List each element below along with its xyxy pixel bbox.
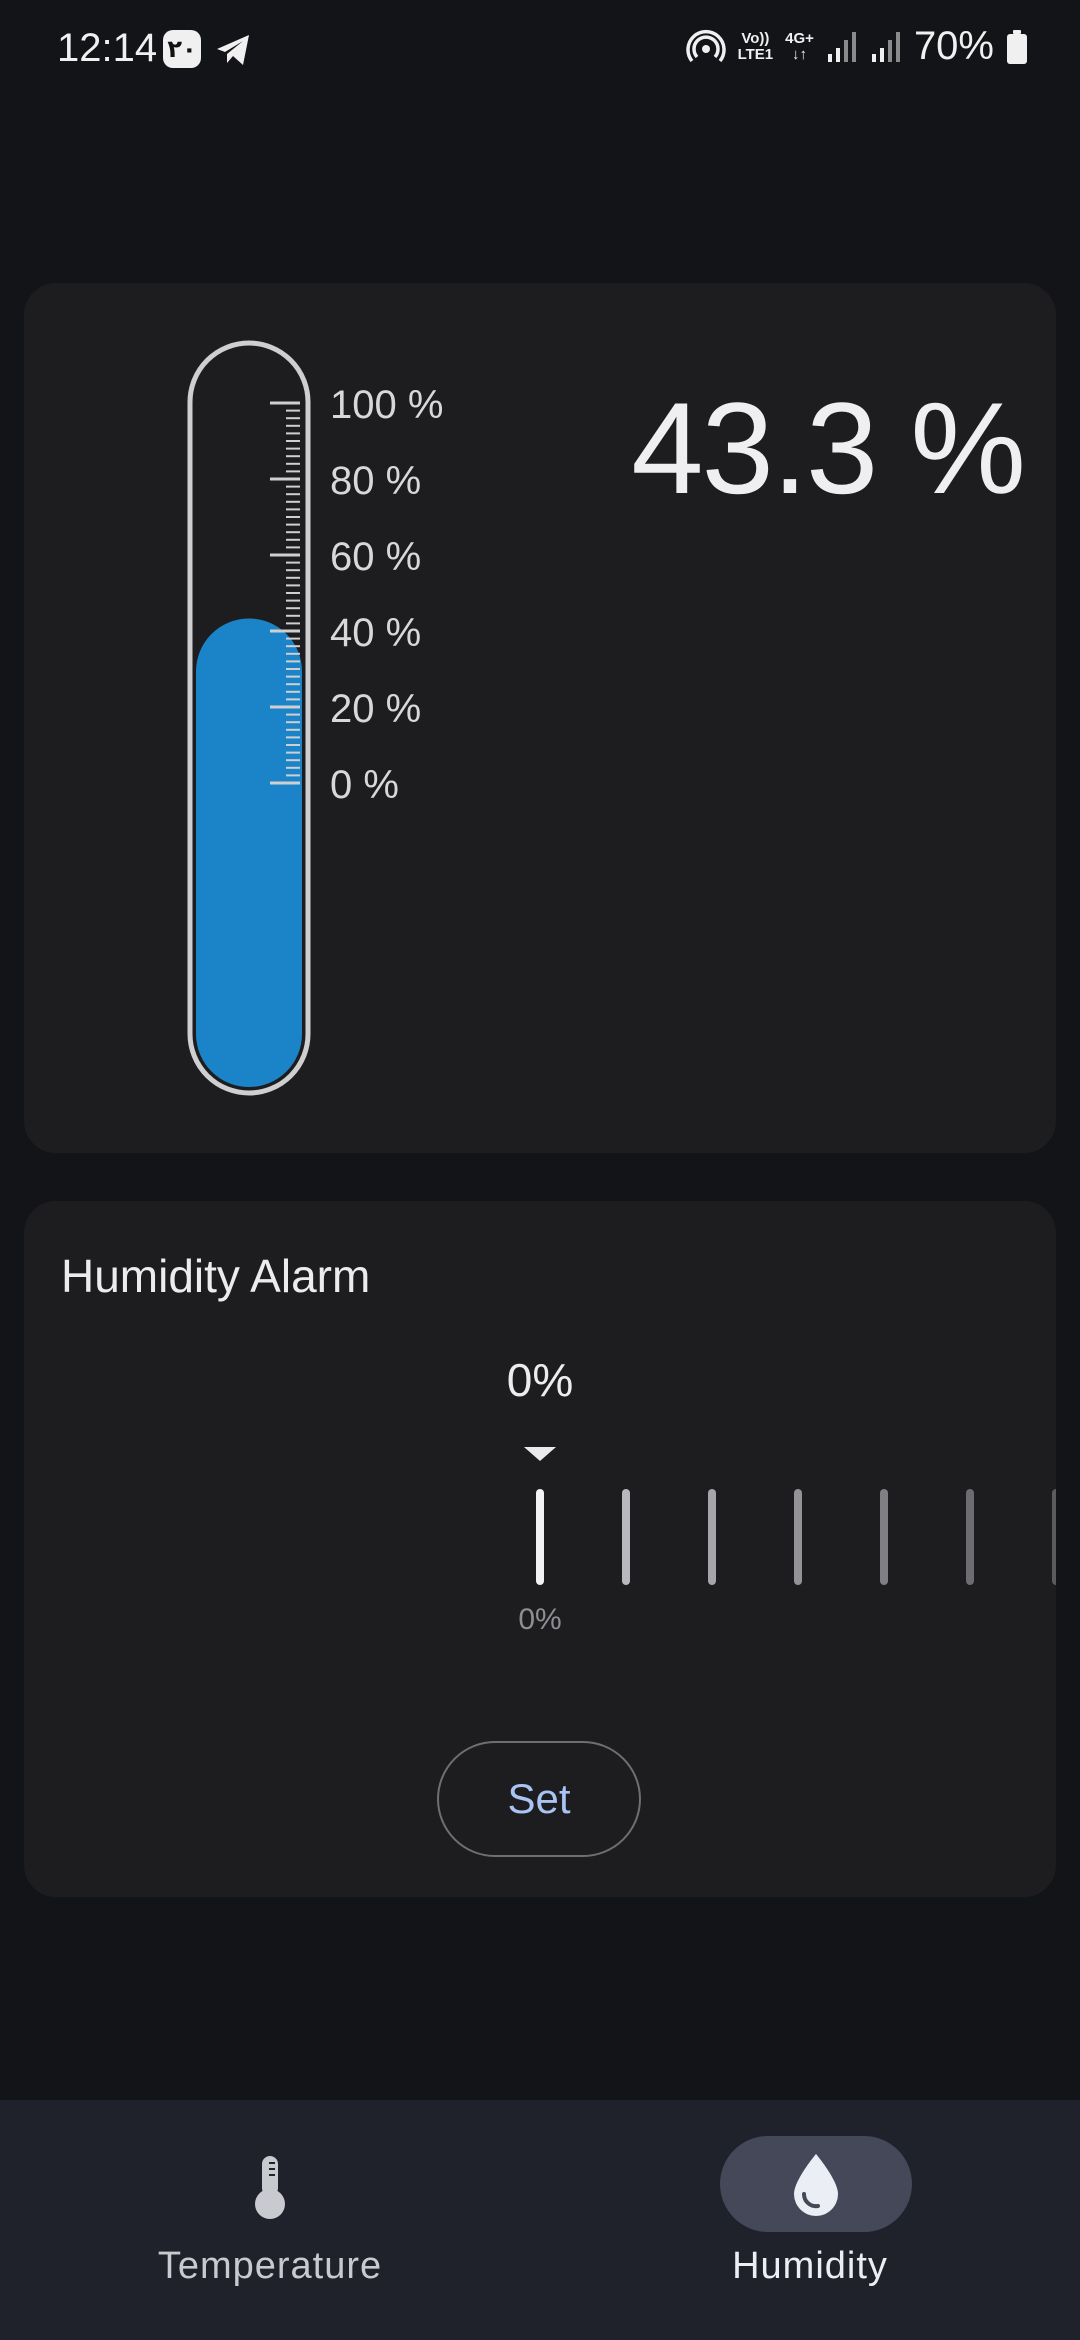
dial-tick bbox=[536, 1489, 544, 1585]
nav-humidity[interactable]: Humidity bbox=[540, 2100, 1080, 2340]
telegram-plane-icon bbox=[217, 35, 249, 65]
signal-icon bbox=[827, 31, 856, 62]
signal-icon bbox=[871, 31, 900, 62]
set-button[interactable]: Set bbox=[437, 1741, 641, 1857]
status-right-icons: Vo)) LTE1 4G+ ↓↑ 70% bbox=[685, 24, 1028, 69]
bottom-nav: Temperature Humidity bbox=[0, 2100, 1080, 2340]
gauge-fill-group bbox=[196, 618, 302, 1087]
badge-icon: ۲۰ bbox=[163, 30, 201, 68]
dial-pointer-icon bbox=[524, 1447, 556, 1461]
data-arrows: ↓↑ bbox=[792, 45, 808, 63]
nav-temperature-label: Temperature bbox=[157, 2245, 383, 2287]
dial-label: 0% bbox=[518, 1603, 561, 1636]
water-drop-icon bbox=[794, 2154, 838, 2216]
status-time: 12:14 bbox=[57, 26, 158, 70]
humidity-reading: 43.3 % bbox=[631, 375, 1026, 521]
battery-icon bbox=[1007, 29, 1027, 64]
volte-icon: Vo)) LTE1 bbox=[737, 29, 774, 63]
gauge-scale-label: 0 % bbox=[330, 763, 399, 807]
battery-percent: 70% bbox=[913, 24, 994, 68]
alarm-dial[interactable]: 0% bbox=[24, 1201, 1056, 1641]
dial-tick bbox=[880, 1489, 888, 1585]
status-left-icons: ۲۰ bbox=[163, 30, 253, 70]
humidity-alarm-card: Humidity Alarm 0% 0% Set bbox=[24, 1201, 1056, 1897]
gauge-fill bbox=[196, 618, 302, 1087]
nav-temperature[interactable]: Temperature bbox=[0, 2100, 540, 2340]
gauge-scale-label: 40 % bbox=[330, 611, 421, 655]
hotspot-icon bbox=[685, 29, 726, 62]
dial-tick bbox=[794, 1489, 802, 1585]
4g-data-icon: 4G+ ↓↑ bbox=[785, 29, 814, 63]
network-text: 4G+ bbox=[785, 29, 814, 47]
dial-tick bbox=[622, 1489, 630, 1585]
dial-tick bbox=[966, 1489, 974, 1585]
volte-text: Vo)) bbox=[741, 29, 770, 47]
status-bar: 12:14 ۲۰ Vo)) LTE1 4G+ ↓↑ 70% bbox=[0, 0, 1080, 100]
thermometer-icon bbox=[255, 2156, 285, 2219]
dial-tick bbox=[708, 1489, 716, 1585]
dial-tick bbox=[1052, 1489, 1056, 1585]
humidity-gauge-card: 100 % 80 % 60 % 40 % 20 % 0 % 43.3 % bbox=[24, 283, 1056, 1153]
nav-humidity-label: Humidity bbox=[732, 2245, 888, 2287]
gauge-scale-label: 60 % bbox=[330, 535, 421, 579]
gauge-scale-label: 20 % bbox=[330, 687, 421, 731]
lte-text: LTE1 bbox=[737, 45, 774, 63]
